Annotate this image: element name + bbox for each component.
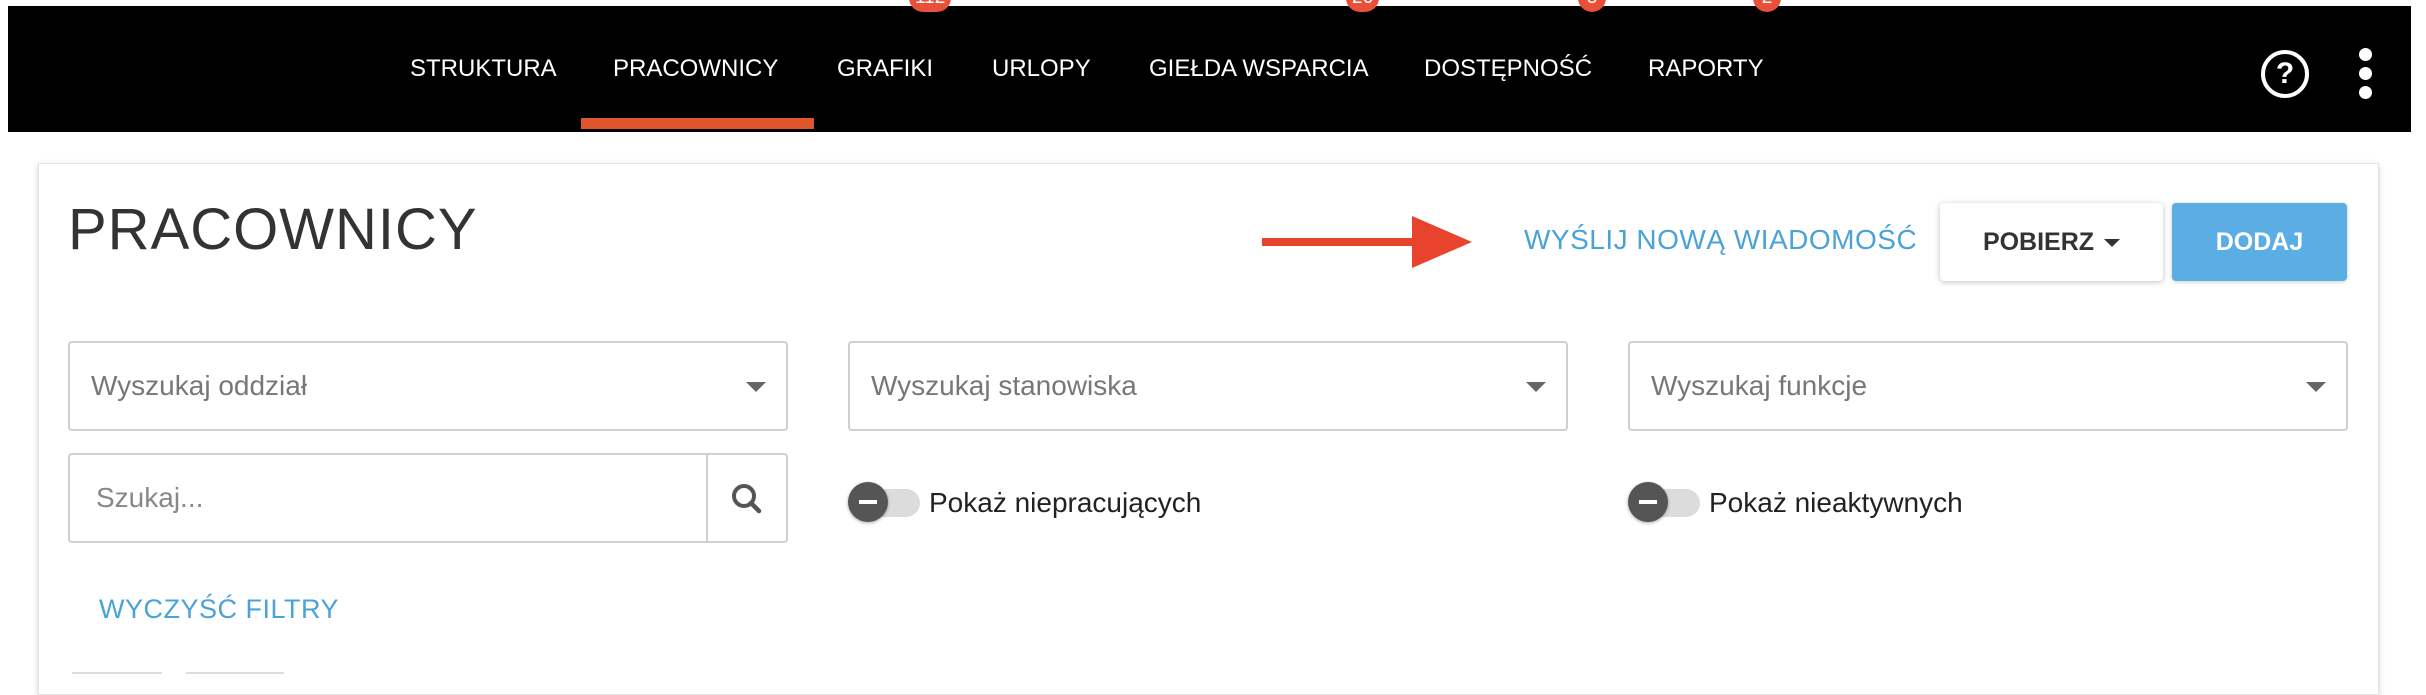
toggle-show-inactive[interactable]: Pokaż nieaktywnych bbox=[1628, 482, 1988, 526]
function-select[interactable]: Wyszukaj funkcje bbox=[1628, 341, 2348, 431]
help-circle-icon[interactable]: ? bbox=[2261, 50, 2309, 98]
notification-badge: 26 bbox=[1346, 0, 1380, 12]
chevron-down-icon bbox=[746, 382, 766, 392]
nav-item-raporty[interactable]: RAPORTY 2 bbox=[1648, 0, 1781, 132]
toggle-knob bbox=[1628, 482, 1668, 522]
download-button-label: POBIERZ bbox=[1982, 228, 2095, 256]
nav-item-label: GIEŁDA WSPARCIA bbox=[1149, 55, 1369, 82]
nav-item-label: URLOPY bbox=[992, 55, 1091, 82]
nav-item-label: DOSTĘPNOŚĆ bbox=[1424, 55, 1593, 82]
send-new-message-link[interactable]: WYŚLIJ NOWĄ WIADOMOŚĆ bbox=[1524, 224, 1917, 256]
notification-badge: 2 bbox=[1753, 0, 1781, 12]
nav-item-pracownicy[interactable]: PRACOWNICY bbox=[613, 6, 778, 132]
top-nav-bar: STRUKTURA PRACOWNICY GRAFIKI 112 URLOPY … bbox=[8, 0, 2411, 132]
department-select[interactable]: Wyszukaj oddział bbox=[68, 341, 788, 431]
chevron-down-icon bbox=[1526, 382, 1546, 392]
active-tab-indicator bbox=[581, 118, 814, 129]
download-button[interactable]: POBIERZ bbox=[1940, 203, 2163, 281]
position-select-placeholder: Wyszukaj stanowiska bbox=[871, 370, 1137, 401]
search-icon bbox=[732, 484, 762, 514]
position-select[interactable]: Wyszukaj stanowiska bbox=[848, 341, 1568, 431]
nav-item-gielda-wsparcia[interactable]: GIEŁDA WSPARCIA 26 bbox=[1149, 0, 1380, 132]
department-select-placeholder: Wyszukaj oddział bbox=[91, 370, 308, 401]
nav-item-grafiki[interactable]: GRAFIKI 112 bbox=[837, 0, 952, 132]
toggle-show-not-working[interactable]: Pokaż niepracujących bbox=[848, 482, 1208, 526]
search-button[interactable] bbox=[706, 455, 786, 541]
page-title: PRACOWNICY bbox=[68, 197, 478, 262]
nav-item-urlopy[interactable]: URLOPY bbox=[992, 6, 1091, 132]
cut-off-control bbox=[186, 672, 284, 680]
nav-item-label: STRUKTURA bbox=[410, 55, 557, 82]
clear-filters-link[interactable]: WYCZYŚĆ FILTRY bbox=[99, 594, 339, 625]
add-button[interactable]: DODAJ bbox=[2172, 203, 2347, 281]
nav-item-dostepnosc[interactable]: DOSTĘPNOŚĆ 8 bbox=[1424, 0, 1606, 132]
nav-item-label: GRAFIKI bbox=[837, 55, 934, 82]
toggle-knob bbox=[848, 482, 888, 522]
toggle-label: Pokaż niepracujących bbox=[929, 487, 1202, 518]
more-vertical-icon[interactable] bbox=[2359, 48, 2373, 99]
search-box bbox=[68, 453, 788, 543]
notification-badge: 8 bbox=[1578, 0, 1606, 12]
chevron-down-icon bbox=[2306, 382, 2326, 392]
nav-item-label: PRACOWNICY bbox=[613, 55, 779, 82]
cut-off-control bbox=[72, 672, 162, 680]
caret-down-icon bbox=[2104, 239, 2121, 248]
toggle-label: Pokaż nieaktywnych bbox=[1709, 487, 1963, 518]
function-select-placeholder: Wyszukaj funkcje bbox=[1651, 370, 1868, 401]
nav-item-struktura[interactable]: STRUKTURA bbox=[410, 6, 557, 132]
notification-badge: 112 bbox=[909, 0, 952, 12]
annotation-arrow-icon bbox=[1262, 216, 1472, 268]
nav-item-label: RAPORTY bbox=[1648, 55, 1764, 82]
search-input[interactable] bbox=[70, 455, 710, 541]
